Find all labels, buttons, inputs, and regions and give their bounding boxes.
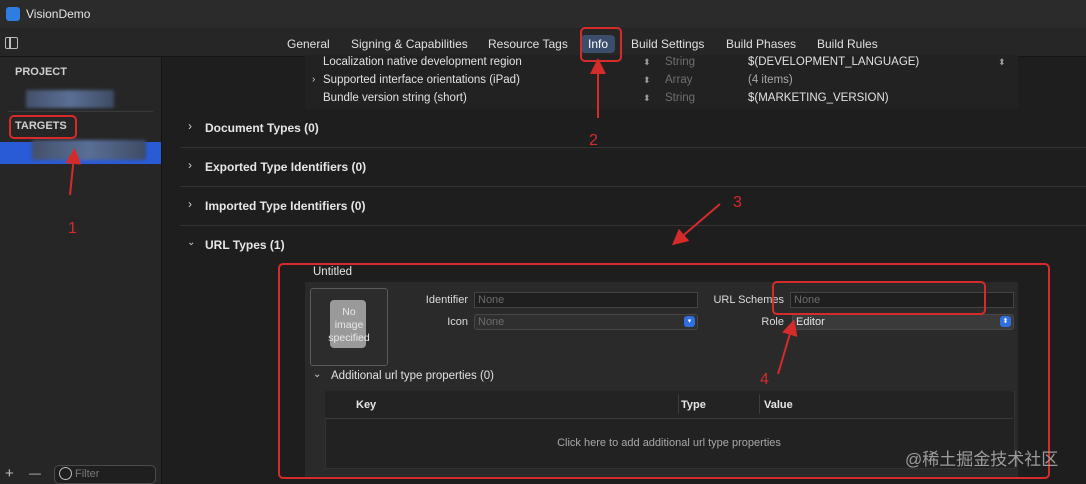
annotation-number: 2	[589, 132, 598, 149]
annotation-arrows	[65, 58, 798, 375]
watermark-text: @稀土掘金技术社区	[905, 450, 1059, 469]
annotation-number: 3	[733, 194, 742, 211]
annotation-number: 4	[760, 371, 769, 388]
annotation-number: 1	[68, 220, 77, 237]
annotation-arrow-1	[65, 148, 82, 196]
annotation-arrow-3	[671, 203, 721, 246]
annotation-arrow-4	[777, 319, 798, 375]
